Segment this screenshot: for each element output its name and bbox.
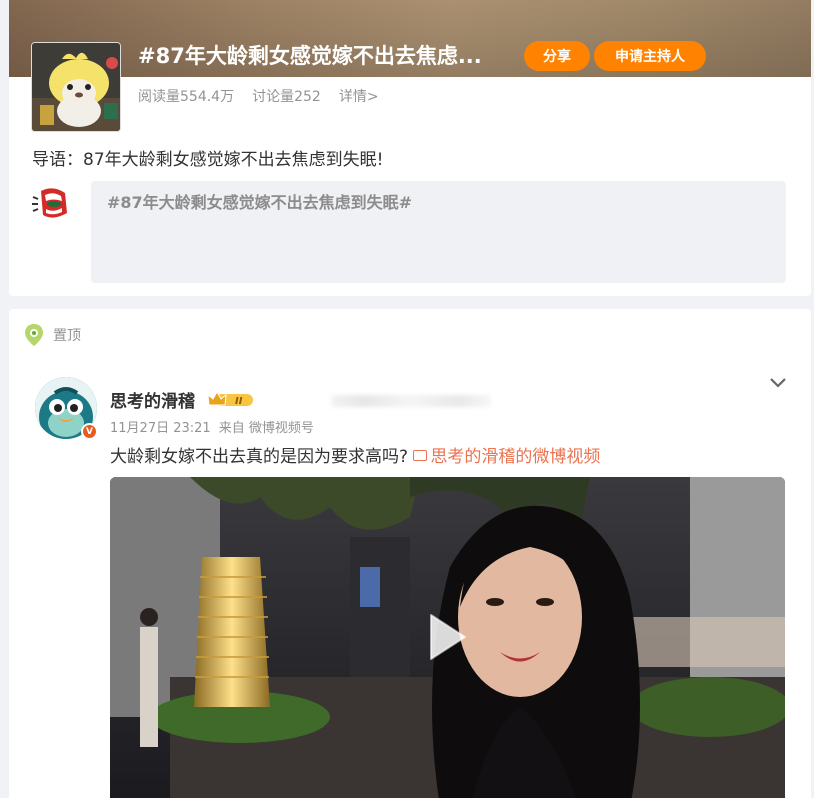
- video-player[interactable]: [110, 477, 785, 798]
- video-link-label: 思考的滑稽的微博视频: [430, 447, 601, 467]
- member-badge-text: II: [235, 396, 243, 407]
- discuss-count: 讨论量252: [252, 89, 321, 105]
- post-source[interactable]: 来自 微博视频号: [219, 417, 314, 436]
- member-crown-badge[interactable]: II: [207, 390, 255, 408]
- author-name[interactable]: 思考的滑稽: [110, 387, 195, 412]
- pinned-row: 置顶: [23, 323, 81, 347]
- verified-badge: V: [81, 423, 98, 440]
- play-icon[interactable]: [427, 613, 467, 661]
- topic-avatar[interactable]: [31, 42, 121, 132]
- read-count: 阅读量554.4万: [138, 89, 235, 105]
- post-body: 大龄剩女嫁不出去真的是因为要求高吗?: [110, 447, 409, 467]
- detail-link[interactable]: 详情>: [339, 86, 379, 106]
- share-button[interactable]: 分享: [524, 41, 590, 71]
- topic-title: #87年大龄剩女感觉嫁不出去焦虑...: [138, 44, 482, 68]
- location-pin-icon: [25, 324, 43, 346]
- pinned-label: 置顶: [53, 328, 81, 344]
- topic-stats: 阅读量554.4万 讨论量252 详情>: [138, 86, 379, 106]
- topic-card: #87年大龄剩女感觉嫁不出去焦虑... 分享 申请主持人 阅读量554.4万 讨…: [9, 0, 811, 296]
- megaphone-mouth-icon: [31, 183, 71, 223]
- video-icon: [413, 450, 428, 461]
- video-link[interactable]: 思考的滑稽的微博视频: [413, 447, 600, 467]
- compose-placeholder: #87年大龄剩女感觉嫁不出去焦虑到失眠#: [107, 193, 413, 212]
- post-meta: 11月27日 23:21 来自 微博视频号: [110, 417, 314, 436]
- post-text: 大龄剩女嫁不出去真的是因为要求高吗? 思考的滑稽的微博视频: [110, 442, 600, 467]
- apply-host-button[interactable]: 申请主持人: [594, 41, 706, 71]
- chevron-down-icon[interactable]: [767, 371, 789, 393]
- compose-input[interactable]: #87年大龄剩女感觉嫁不出去焦虑到失眠#: [91, 181, 786, 283]
- post-card: 置顶 V 思考的滑稽 II 11月27日 23:21 来自 微博视频号 大龄剩女…: [9, 309, 811, 798]
- plush-toy-image: [32, 43, 120, 131]
- blurred-text: [331, 395, 491, 407]
- topic-guide: 导语：87年大龄剩女感觉嫁不出去焦虑到失眠!: [32, 150, 384, 170]
- post-time[interactable]: 11月27日 23:21: [110, 417, 211, 436]
